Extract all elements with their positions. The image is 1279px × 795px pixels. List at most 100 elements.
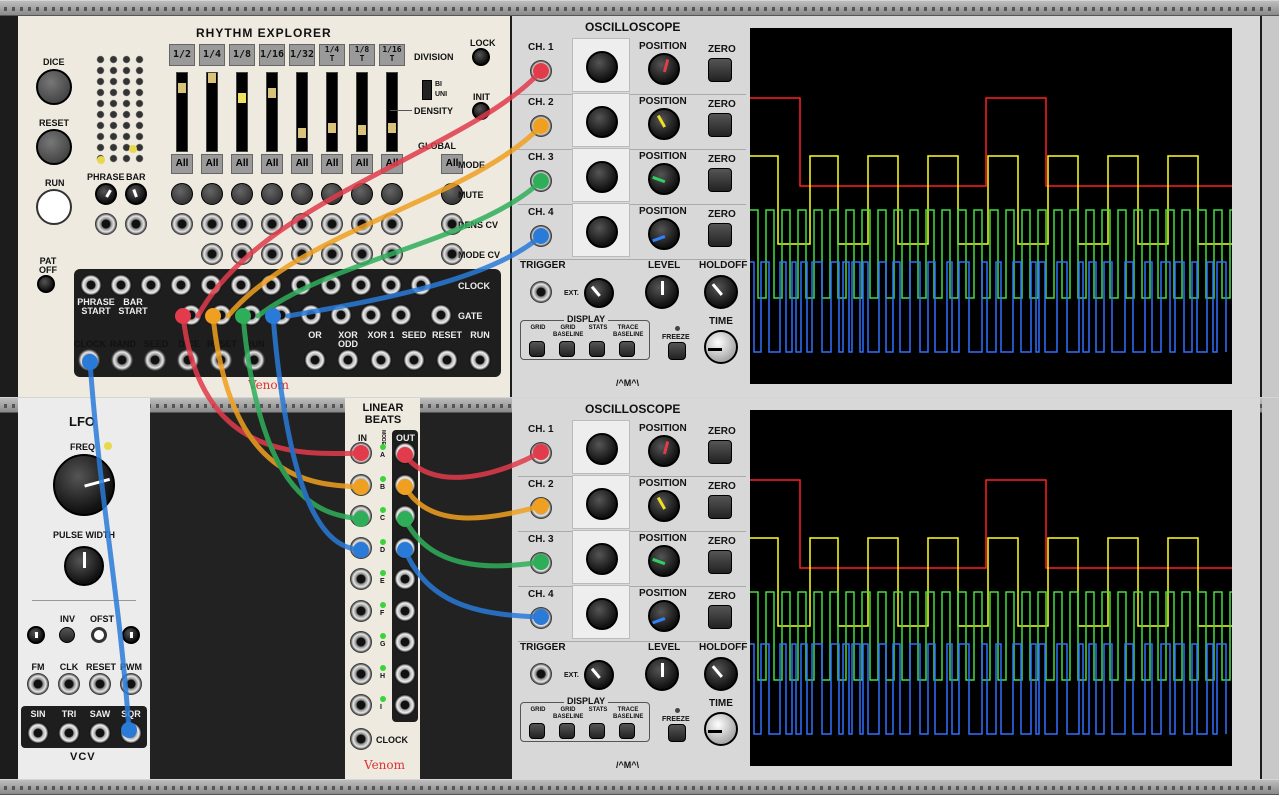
dice-button[interactable]	[36, 69, 72, 105]
channel-scale-knob-1[interactable]	[586, 488, 618, 520]
channel-input-jack-1[interactable]	[530, 497, 552, 519]
gate-out-jack-8[interactable]	[430, 304, 452, 326]
density-slider-2[interactable]	[236, 72, 248, 152]
linear-beats-in-jack-A[interactable]	[350, 442, 372, 464]
mode-button-2[interactable]: All	[231, 154, 253, 174]
display-button-3[interactable]	[619, 723, 635, 739]
bottom-input-jack-4[interactable]	[210, 349, 232, 371]
mode-cv-jack-2[interactable]	[261, 243, 283, 265]
clock-out-jack-4[interactable]	[200, 274, 222, 296]
lfo-input-jack-0[interactable]	[27, 673, 49, 695]
bottom-input-jack-1[interactable]	[111, 349, 133, 371]
gate-out-jack-6[interactable]	[360, 304, 382, 326]
mode-cv-jack-0[interactable]	[201, 243, 223, 265]
density-slider-3[interactable]	[266, 72, 278, 152]
clock-out-jack-9[interactable]	[350, 274, 372, 296]
dens-cv-jack-0[interactable]	[171, 213, 193, 235]
channel-scale-knob-3[interactable]	[586, 216, 618, 248]
gate-out-jack-3[interactable]	[270, 304, 292, 326]
channel-input-jack-0[interactable]	[530, 442, 552, 464]
lfo-output-jack-0[interactable]	[27, 722, 49, 744]
linear-beats-in-jack-G[interactable]	[350, 631, 372, 653]
time-knob[interactable]	[704, 330, 738, 364]
level-knob[interactable]	[645, 657, 679, 691]
gate-out-jack-7[interactable]	[390, 304, 412, 326]
channel-input-jack-0[interactable]	[530, 60, 552, 82]
density-slider-handle[interactable]	[208, 73, 216, 83]
linear-beats-out-jack-G[interactable]	[394, 631, 416, 653]
division-button-7[interactable]: 1/16 T	[379, 44, 405, 66]
division-button-4[interactable]: 1/32	[289, 44, 315, 66]
mode-button-6[interactable]: All	[351, 154, 373, 174]
density-slider-4[interactable]	[296, 72, 308, 152]
ofst-button[interactable]	[91, 627, 107, 643]
mute-button-4[interactable]	[291, 183, 313, 205]
linear-beats-in-jack-D[interactable]	[350, 536, 372, 559]
run-button[interactable]	[36, 189, 72, 225]
phrase-cv-jack[interactable]	[95, 213, 117, 235]
mode-cv-jack-6[interactable]	[381, 243, 403, 265]
linear-beats-clock-jack[interactable]	[350, 728, 372, 750]
mode-cv-jack-5[interactable]	[351, 243, 373, 265]
dens-cv-jack-5[interactable]	[321, 213, 343, 235]
density-slider-5[interactable]	[326, 72, 338, 152]
bottom-input-jack-0[interactable]	[78, 349, 100, 371]
dens-cv-jack-1[interactable]	[201, 213, 223, 235]
channel-scale-knob-0[interactable]	[586, 51, 618, 83]
density-slider-handle[interactable]	[238, 93, 246, 103]
mode-cv-jack-4[interactable]	[321, 243, 343, 265]
mute-button-1[interactable]	[201, 183, 223, 205]
linear-beats-in-jack-H[interactable]	[350, 662, 372, 685]
channel-scale-knob-3[interactable]	[586, 598, 618, 630]
lfo-input-jack-2[interactable]	[89, 673, 111, 695]
channel-scale-knob-1[interactable]	[586, 106, 618, 138]
gate-out-jack-1[interactable]	[210, 304, 232, 326]
gate-out-jack-0[interactable]	[180, 304, 202, 326]
dens-cv-jack-4[interactable]	[291, 213, 313, 235]
division-button-0[interactable]: 1/2	[169, 44, 195, 66]
channel-input-jack-3[interactable]	[530, 225, 552, 247]
dens-cv-jack-3[interactable]	[261, 213, 283, 235]
trigger-knob[interactable]	[584, 278, 614, 308]
display-button-3[interactable]	[619, 341, 635, 357]
density-slider-handle[interactable]	[388, 123, 396, 133]
linear-beats-out-jack-C[interactable]	[394, 505, 416, 527]
mode-cv-jack-1[interactable]	[231, 243, 253, 265]
mode-button-1[interactable]: All	[201, 154, 223, 174]
clock-out-jack-7[interactable]	[290, 274, 312, 296]
gate-out-jack-4[interactable]	[300, 304, 322, 326]
lfo-output-jack-1[interactable]	[58, 722, 80, 744]
linear-beats-in-jack-E[interactable]	[350, 568, 372, 590]
lfo-output-jack-3[interactable]	[120, 722, 142, 744]
position-knob-2[interactable]	[648, 545, 680, 577]
density-slider-handle[interactable]	[358, 125, 366, 135]
clock-out-jack-10[interactable]	[380, 274, 402, 296]
freeze-button[interactable]	[668, 342, 686, 360]
zero-button-1[interactable]	[708, 113, 732, 137]
dens-cv-jack-6[interactable]	[351, 213, 373, 235]
mode-button-4[interactable]: All	[291, 154, 313, 174]
freq-knob[interactable]	[53, 454, 115, 516]
clock-out-jack-3[interactable]	[170, 274, 192, 296]
division-button-5[interactable]: 1/4 T	[319, 44, 345, 66]
channel-input-jack-3[interactable]	[530, 607, 552, 629]
position-knob-3[interactable]	[648, 218, 680, 250]
lfo-input-jack-1[interactable]	[58, 673, 80, 695]
mode-button-5[interactable]: All	[321, 154, 343, 174]
pwm-attenuator[interactable]	[122, 626, 140, 644]
mute-button-3[interactable]	[261, 183, 283, 205]
bottom-output-jack-2[interactable]	[370, 349, 392, 371]
display-button-1[interactable]	[559, 341, 575, 357]
dens-cv-jack-7[interactable]	[381, 213, 403, 235]
display-button-1[interactable]	[559, 723, 575, 739]
trigger-knob[interactable]	[584, 660, 614, 690]
trigger-input-jack[interactable]	[530, 663, 552, 685]
bottom-input-jack-5[interactable]	[243, 349, 265, 371]
mute-button-2[interactable]	[231, 183, 253, 205]
linear-beats-out-jack-H[interactable]	[394, 662, 416, 685]
gate-out-jack-5[interactable]	[330, 304, 352, 326]
zero-button-3[interactable]	[708, 223, 732, 247]
display-button-0[interactable]	[529, 723, 545, 739]
lfo-output-jack-2[interactable]	[89, 722, 111, 744]
pat-off-button[interactable]	[37, 275, 55, 293]
